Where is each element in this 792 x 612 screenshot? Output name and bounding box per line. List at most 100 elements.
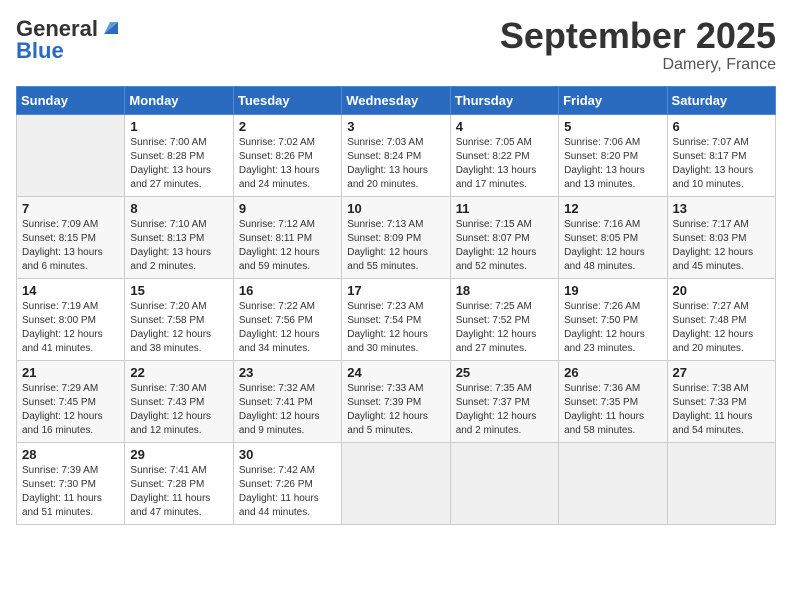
calendar-cell: 29Sunrise: 7:41 AMSunset: 7:28 PMDayligh… [125,442,233,524]
day-number: 26 [564,365,661,380]
calendar-cell: 24 Sunrise: 7:33 AMSunset: 7:39 PMDayligh… [342,360,450,442]
day-info: Sunrise: 7:26 AMSunset: 7:50 PMDaylight:… [564,300,661,356]
day-number: 25 [456,365,553,380]
month-title: September 2025 [500,16,776,56]
logo-bird-icon [100,20,118,38]
calendar-cell: 5 Sunrise: 7:06 AMSunset: 8:20 PMDaylight… [559,114,667,196]
day-number: 17 [347,283,444,298]
day-number: 1 [130,119,227,134]
location-title: Damery, France [500,56,776,74]
day-number: 14 [22,283,119,298]
day-info: Sunrise: 7:29 AMSunset: 7:45 PMDaylight:… [22,382,119,438]
day-number: 5 [564,119,661,134]
calendar-cell: 15Sunrise: 7:20 AMSunset: 7:58 PMDayligh… [125,278,233,360]
calendar-week-row: 14 Sunrise: 7:19 AMSunset: 8:00 PMDayligh… [17,278,776,360]
day-number: 21 [22,365,119,380]
calendar-cell: 6 Sunrise: 7:07 AMSunset: 8:17 PMDaylight… [667,114,775,196]
calendar-cell: 21 Sunrise: 7:29 AMSunset: 7:45 PMDayligh… [17,360,125,442]
weekday-header: Friday [559,86,667,114]
day-info: Sunrise: 7:41 AMSunset: 7:28 PMDaylight:… [130,464,227,520]
calendar-cell: 27Sunrise: 7:38 AMSunset: 7:33 PMDayligh… [667,360,775,442]
calendar-week-row: 1 Sunrise: 7:00 AMSunset: 8:28 PMDaylight… [17,114,776,196]
calendar-cell: 30 Sunrise: 7:42 AMSunset: 7:26 PMDayligh… [233,442,341,524]
calendar-cell: 10 Sunrise: 7:13 AMSunset: 8:09 PMDayligh… [342,196,450,278]
day-number: 19 [564,283,661,298]
day-number: 10 [347,201,444,216]
day-info: Sunrise: 7:07 AMSunset: 8:17 PMDaylight:… [673,136,770,192]
logo-blue: Blue [16,38,64,64]
calendar-cell: 11 Sunrise: 7:15 AMSunset: 8:07 PMDayligh… [450,196,558,278]
day-info: Sunrise: 7:15 AMSunset: 8:07 PMDaylight:… [456,218,553,274]
day-number: 16 [239,283,336,298]
logo: General Blue [16,16,118,64]
day-info: Sunrise: 7:17 AMSunset: 8:03 PMDaylight:… [673,218,770,274]
day-number: 23 [239,365,336,380]
day-info: Sunrise: 7:42 AMSunset: 7:26 PMDaylight:… [239,464,336,520]
calendar-cell: 16 Sunrise: 7:22 AMSunset: 7:56 PMDayligh… [233,278,341,360]
calendar-cell: 13Sunrise: 7:17 AMSunset: 8:03 PMDayligh… [667,196,775,278]
day-info: Sunrise: 7:32 AMSunset: 7:41 PMDaylight:… [239,382,336,438]
day-info: Sunrise: 7:16 AMSunset: 8:05 PMDaylight:… [564,218,661,274]
day-number: 18 [456,283,553,298]
day-info: Sunrise: 7:12 AMSunset: 8:11 PMDaylight:… [239,218,336,274]
calendar-week-row: 7Sunrise: 7:09 AMSunset: 8:15 PMDaylight… [17,196,776,278]
day-info: Sunrise: 7:13 AMSunset: 8:09 PMDaylight:… [347,218,444,274]
day-info: Sunrise: 7:02 AMSunset: 8:26 PMDaylight:… [239,136,336,192]
calendar-cell: 9 Sunrise: 7:12 AMSunset: 8:11 PMDaylight… [233,196,341,278]
weekday-header: Tuesday [233,86,341,114]
calendar-cell: 4Sunrise: 7:05 AMSunset: 8:22 PMDaylight… [450,114,558,196]
weekday-header: Thursday [450,86,558,114]
day-info: Sunrise: 7:27 AMSunset: 7:48 PMDaylight:… [673,300,770,356]
weekday-header: Wednesday [342,86,450,114]
day-info: Sunrise: 7:22 AMSunset: 7:56 PMDaylight:… [239,300,336,356]
calendar-cell: 19 Sunrise: 7:26 AMSunset: 7:50 PMDayligh… [559,278,667,360]
weekday-header: Saturday [667,86,775,114]
day-info: Sunrise: 7:03 AMSunset: 8:24 PMDaylight:… [347,136,444,192]
calendar-cell: 12 Sunrise: 7:16 AMSunset: 8:05 PMDayligh… [559,196,667,278]
day-info: Sunrise: 7:25 AMSunset: 7:52 PMDaylight:… [456,300,553,356]
day-info: Sunrise: 7:06 AMSunset: 8:20 PMDaylight:… [564,136,661,192]
day-info: Sunrise: 7:33 AMSunset: 7:39 PMDaylight:… [347,382,444,438]
day-number: 6 [673,119,770,134]
calendar-cell: 14 Sunrise: 7:19 AMSunset: 8:00 PMDayligh… [17,278,125,360]
calendar-cell: 17 Sunrise: 7:23 AMSunset: 7:54 PMDayligh… [342,278,450,360]
day-number: 9 [239,201,336,216]
calendar-cell [559,442,667,524]
weekday-header: Monday [125,86,233,114]
calendar-cell [667,442,775,524]
day-number: 22 [130,365,227,380]
day-number: 28 [22,447,119,462]
calendar-cell: 25 Sunrise: 7:35 AMSunset: 7:37 PMDayligh… [450,360,558,442]
calendar-header-row: SundayMondayTuesdayWednesdayThursdayFrid… [17,86,776,114]
day-info: Sunrise: 7:19 AMSunset: 8:00 PMDaylight:… [22,300,119,356]
calendar-cell: 7Sunrise: 7:09 AMSunset: 8:15 PMDaylight… [17,196,125,278]
day-number: 30 [239,447,336,462]
day-info: Sunrise: 7:35 AMSunset: 7:37 PMDaylight:… [456,382,553,438]
calendar-cell [342,442,450,524]
calendar-cell [17,114,125,196]
calendar-cell [450,442,558,524]
calendar-cell: 26Sunrise: 7:36 AMSunset: 7:35 PMDayligh… [559,360,667,442]
calendar-cell: 8 Sunrise: 7:10 AMSunset: 8:13 PMDaylight… [125,196,233,278]
day-number: 2 [239,119,336,134]
day-info: Sunrise: 7:38 AMSunset: 7:33 PMDaylight:… [673,382,770,438]
day-number: 24 [347,365,444,380]
day-info: Sunrise: 7:10 AMSunset: 8:13 PMDaylight:… [130,218,227,274]
day-number: 4 [456,119,553,134]
day-info: Sunrise: 7:00 AMSunset: 8:28 PMDaylight:… [130,136,227,192]
calendar-cell: 23 Sunrise: 7:32 AMSunset: 7:41 PMDayligh… [233,360,341,442]
day-number: 3 [347,119,444,134]
weekday-header: Sunday [17,86,125,114]
page-header: General Blue September 2025 Damery, Fran… [16,16,776,74]
title-area: September 2025 Damery, France [500,16,776,74]
day-number: 11 [456,201,553,216]
day-number: 12 [564,201,661,216]
day-info: Sunrise: 7:23 AMSunset: 7:54 PMDaylight:… [347,300,444,356]
day-info: Sunrise: 7:20 AMSunset: 7:58 PMDaylight:… [130,300,227,356]
day-number: 20 [673,283,770,298]
day-info: Sunrise: 7:09 AMSunset: 8:15 PMDaylight:… [22,218,119,274]
day-number: 8 [130,201,227,216]
calendar-table: SundayMondayTuesdayWednesdayThursdayFrid… [16,86,776,525]
day-info: Sunrise: 7:39 AMSunset: 7:30 PMDaylight:… [22,464,119,520]
calendar-cell: 2 Sunrise: 7:02 AMSunset: 8:26 PMDaylight… [233,114,341,196]
